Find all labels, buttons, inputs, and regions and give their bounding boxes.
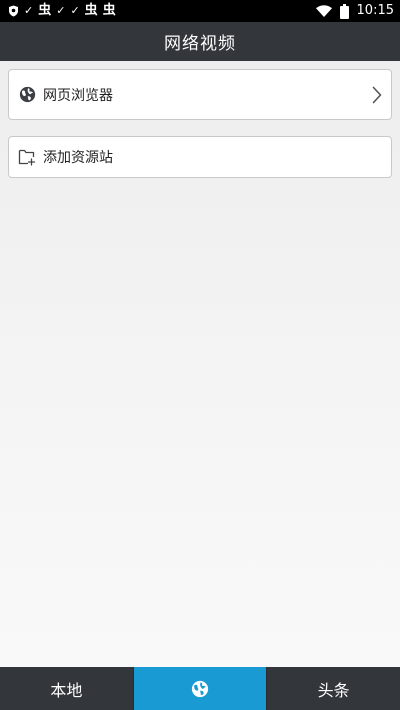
check-icon: ✓ bbox=[70, 4, 80, 17]
check-icon: ✓ bbox=[56, 4, 66, 17]
check-icon: ✓ bbox=[24, 4, 34, 17]
wifi-icon bbox=[315, 5, 332, 17]
page-title: 网络视频 bbox=[164, 34, 236, 54]
tab-local[interactable]: 本地 bbox=[0, 667, 134, 710]
status-time: 10:15 bbox=[356, 3, 394, 18]
tab-headlines-label: 头条 bbox=[317, 680, 350, 700]
globe-icon bbox=[191, 680, 209, 698]
tab-local-label: 本地 bbox=[50, 680, 83, 700]
app-header: 网络视频 bbox=[0, 22, 400, 61]
globe-icon bbox=[18, 86, 36, 104]
web-browser-label: 网页浏览器 bbox=[43, 87, 113, 104]
add-source-label: 添加资源站 bbox=[43, 150, 113, 166]
bottom-nav: 本地 头条 bbox=[0, 667, 400, 710]
web-browser-item[interactable]: 网页浏览器 bbox=[8, 69, 392, 120]
bug-icon: 虫 bbox=[102, 3, 116, 18]
notification-icons: ✓ 虫 ✓ ✓ 虫 虫 bbox=[8, 0, 116, 22]
bug-icon: 虫 bbox=[84, 3, 98, 18]
shield-icon bbox=[8, 0, 19, 22]
bug-icon: 虫 bbox=[38, 3, 52, 18]
add-source-item[interactable]: 添加资源站 bbox=[8, 136, 392, 178]
tab-headlines[interactable]: 头条 bbox=[266, 667, 400, 710]
chevron-right-icon bbox=[372, 86, 382, 104]
system-icons: 10:15 bbox=[315, 0, 394, 22]
status-bar: ✓ 虫 ✓ ✓ 虫 虫 10:15 bbox=[0, 0, 400, 22]
add-folder-icon bbox=[18, 148, 36, 166]
tab-network[interactable] bbox=[133, 667, 267, 710]
battery-icon bbox=[339, 3, 349, 19]
